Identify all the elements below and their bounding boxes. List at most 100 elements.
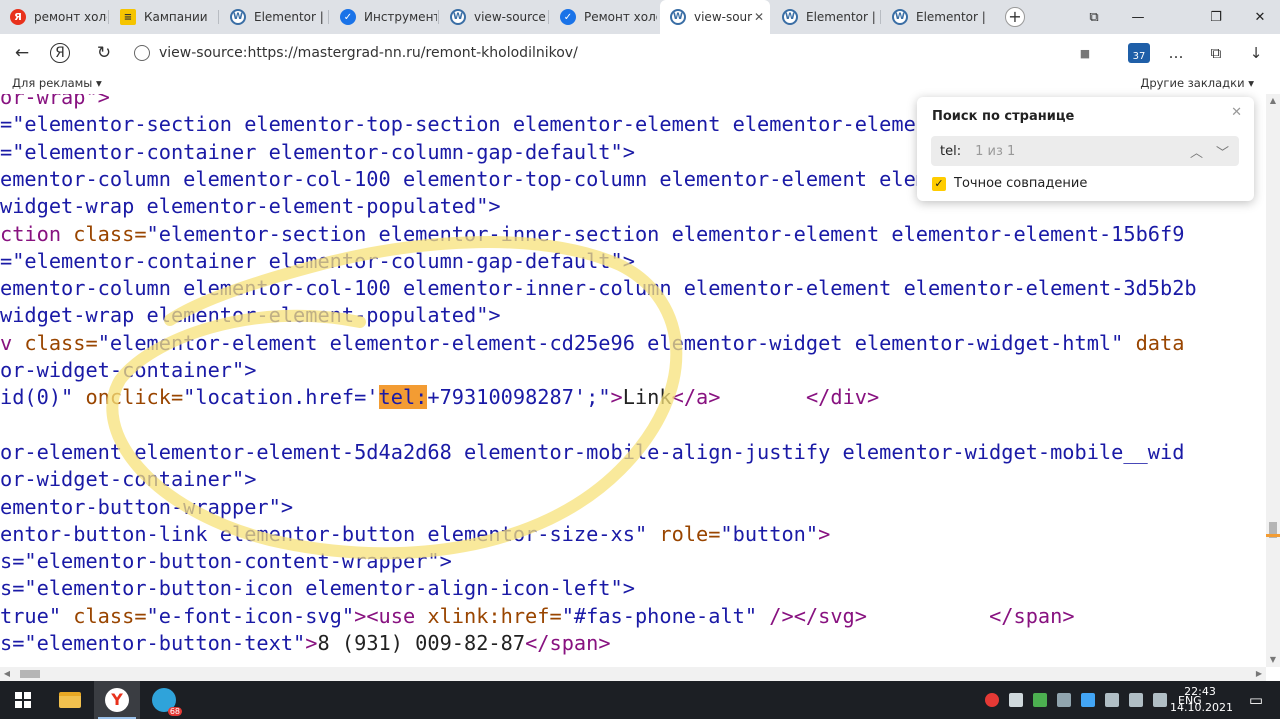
source-token: "elementor-section elementor-inner-secti…: [146, 221, 1185, 246]
file-explorer-button[interactable]: [47, 681, 93, 719]
bookmarks-bar: Для рекламы ▾ Другие закладки ▾: [0, 72, 1280, 94]
source-token: </span>: [989, 603, 1075, 628]
telegram-icon: 68: [152, 688, 182, 716]
source-token: ="elementor-container elementor-column-g…: [0, 248, 635, 273]
source-line: or-widget-container">: [0, 358, 256, 382]
source-token: or-widget-container">: [0, 467, 257, 492]
address-bar[interactable]: view-source:https://mastergrad-nn.ru/rem…: [128, 39, 1078, 67]
nvidia-icon[interactable]: [1033, 693, 1047, 707]
tab-title: ремонт холо: [34, 10, 107, 24]
tab-9[interactable]: W Elementor |: [882, 0, 989, 34]
new-tab-button[interactable]: +: [1005, 7, 1025, 27]
telegram-button[interactable]: 68: [141, 681, 187, 719]
source-token: ementor-column elementor-col-100 element…: [0, 276, 1197, 301]
notifications-icon[interactable]: ▭: [1238, 681, 1274, 719]
horizontal-scrollbar[interactable]: ◀ ▶: [0, 667, 1266, 681]
windows-taskbar: Y 68 ENG 22:43 14.10.2021 ▭: [0, 681, 1280, 719]
source-token: ction: [0, 221, 74, 246]
tab-5[interactable]: W view-source: [440, 0, 547, 34]
maximize-button[interactable]: ❐: [1196, 0, 1236, 34]
tab-1[interactable]: Я ремонт холо: [0, 0, 107, 34]
tab-separator: [438, 10, 439, 24]
start-button[interactable]: [0, 681, 46, 719]
source-token: "#fas-phone-alt": [561, 603, 770, 628]
close-icon[interactable]: ✕: [1231, 105, 1242, 120]
vertical-scrollbar[interactable]: ▲ ▼: [1266, 94, 1280, 667]
source-token: class=: [24, 330, 98, 355]
source-token: s="elementor-button-text": [0, 631, 306, 655]
tab-title: Elementor |: [254, 10, 324, 24]
source-token: +79310098287';": [427, 385, 611, 410]
source-token: widget-wrap elementor-element-populated"…: [0, 303, 501, 328]
battery-icon[interactable]: [1105, 693, 1119, 707]
source-token: "location.href=': [183, 385, 379, 410]
scroll-thumb[interactable]: [20, 670, 40, 678]
check-icon: ✓: [340, 9, 356, 25]
tab-title: Инструмент: [364, 10, 437, 24]
tray-device-icon[interactable]: [1057, 693, 1071, 707]
other-bookmarks[interactable]: Другие закладки ▾: [1140, 76, 1254, 90]
volume-icon[interactable]: [1153, 693, 1167, 707]
wordpress-icon: W: [450, 9, 466, 25]
find-query: tel:: [940, 143, 962, 159]
minimize-button[interactable]: —: [1118, 0, 1158, 34]
chevron-down-icon[interactable]: ﹀: [1216, 142, 1229, 161]
address-toolbar: ← Я ↻ view-source:https://mastergrad-nn.…: [0, 34, 1280, 72]
source-token: Link: [622, 385, 672, 410]
source-token: [867, 604, 989, 628]
source-token: s="elementor-button-icon elementor-align…: [0, 576, 635, 601]
tab-separator: [880, 10, 881, 24]
tab-3[interactable]: W Elementor |: [220, 0, 327, 34]
find-input[interactable]: tel: 1 из 1 ︿ ﹀: [931, 136, 1239, 166]
tray-app-icon[interactable]: [985, 693, 999, 707]
tab-2[interactable]: ≡ Кампании: [110, 0, 217, 34]
more-button[interactable]: …: [1163, 40, 1189, 66]
source-line: v class="elementor-element elementor-ele…: [0, 331, 1184, 355]
clock-date: 14.10.2021: [1170, 701, 1233, 714]
extension-badge[interactable]: 37: [1128, 43, 1150, 63]
find-in-page-panel: Поиск по странице ✕ tel: 1 из 1 ︿ ﹀ ✓ То…: [917, 97, 1254, 201]
exact-match-checkbox[interactable]: ✓: [932, 177, 946, 191]
tab-8[interactable]: W Elementor |: [772, 0, 879, 34]
tray-link-icon[interactable]: [1009, 693, 1023, 707]
tab-4[interactable]: ✓ Инструмент: [330, 0, 437, 34]
source-token: "button": [720, 521, 819, 546]
tab-title: Elementor |: [916, 10, 986, 24]
scroll-down-icon[interactable]: ▼: [1266, 653, 1280, 667]
source-line: or-element elementor-element-5d4a2d68 el…: [0, 440, 1184, 464]
download-icon[interactable]: ↓: [1243, 40, 1269, 66]
close-tab-icon[interactable]: ✕: [754, 10, 764, 24]
source-token: >: [818, 521, 831, 546]
tabs-menu-icon[interactable]: ⧉: [1074, 0, 1114, 34]
tray-cloud-icon[interactable]: [1081, 693, 1095, 707]
windows-logo-icon: [15, 692, 31, 708]
wordpress-icon: W: [892, 9, 908, 25]
source-line: s="elementor-button-icon elementor-align…: [0, 576, 635, 600]
network-icon[interactable]: [1129, 693, 1143, 707]
source-line: ementor-column elementor-col-100 element…: [0, 276, 1197, 300]
source-line: widget-wrap elementor-element-populated"…: [0, 194, 501, 218]
yandex-button[interactable]: Я: [50, 43, 70, 63]
tab-6[interactable]: ✓ Ремонт холо: [550, 0, 657, 34]
reload-button[interactable]: ↻: [91, 40, 117, 66]
source-token: ementor-button-wrapper">: [0, 494, 294, 519]
yandex-browser-icon: Y: [105, 688, 129, 712]
clock[interactable]: 22:43 14.10.2021: [1170, 684, 1233, 716]
collections-icon[interactable]: ⧉: [1203, 40, 1229, 66]
source-token: [720, 385, 805, 409]
source-token: v: [0, 330, 25, 355]
source-token: data: [1135, 330, 1185, 355]
scroll-up-icon[interactable]: ▲: [1266, 94, 1280, 108]
bookmark-folder-ads[interactable]: Для рекламы ▾: [12, 76, 102, 90]
wordpress-icon: W: [782, 9, 798, 25]
scroll-left-icon[interactable]: ◀: [0, 667, 14, 681]
scroll-right-icon[interactable]: ▶: [1252, 667, 1266, 681]
chevron-up-icon[interactable]: ︿: [1190, 142, 1203, 161]
yandex-browser-button[interactable]: Y: [94, 681, 140, 719]
tab-7-active[interactable]: W view-sour ✕: [660, 0, 770, 34]
source-token: </span>: [525, 631, 611, 655]
close-window-button[interactable]: ✕: [1240, 0, 1280, 34]
bookmark-icon[interactable]: ■: [1072, 40, 1098, 66]
tab-separator: [108, 10, 109, 24]
back-button[interactable]: ←: [9, 40, 35, 66]
